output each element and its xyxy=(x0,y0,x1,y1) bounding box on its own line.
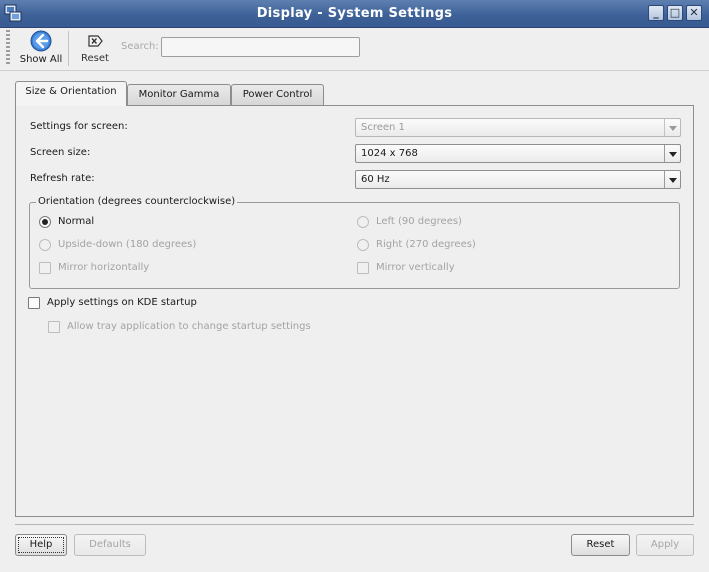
settings-for-screen-label: Settings for screen: xyxy=(30,121,128,132)
reset-button[interactable]: Reset xyxy=(571,534,630,556)
radio-upside-down[interactable] xyxy=(39,239,51,251)
screen-select[interactable]: Screen 1 xyxy=(355,118,681,137)
radio-right[interactable] xyxy=(357,239,369,251)
minimize-button[interactable]: _ xyxy=(648,5,664,21)
toolbar-separator xyxy=(68,31,69,66)
show-all-button[interactable]: Show All xyxy=(18,29,64,67)
reset-icon xyxy=(88,35,103,47)
apply-button[interactable]: Apply xyxy=(636,534,694,556)
apply-on-startup-checkbox[interactable] xyxy=(28,297,40,309)
tab-power-control-label: Power Control xyxy=(242,89,313,100)
toolbar-grip[interactable] xyxy=(6,30,10,66)
radio-normal-label: Normal xyxy=(58,216,95,227)
radio-normal[interactable] xyxy=(39,216,51,228)
footer-divider xyxy=(15,524,694,525)
chevron-down-icon xyxy=(664,119,680,136)
defaults-button[interactable]: Defaults xyxy=(74,534,146,556)
window-title: Display - System Settings xyxy=(256,6,453,21)
screen-select-value: Screen 1 xyxy=(361,122,405,133)
radio-left-label: Left (90 degrees) xyxy=(376,216,462,227)
tab-power-control[interactable]: Power Control xyxy=(231,84,324,105)
tab-size-orientation[interactable]: Size & Orientation xyxy=(15,81,127,106)
radio-right-label: Right (270 degrees) xyxy=(376,239,476,250)
refresh-rate-value: 60 Hz xyxy=(361,174,390,185)
orientation-group-title: Orientation (degrees counterclockwise) xyxy=(36,196,238,207)
apply-label: Apply xyxy=(650,539,680,550)
help-button[interactable]: Help xyxy=(15,534,67,556)
chevron-down-icon xyxy=(664,171,680,188)
apply-on-startup-label: Apply settings on KDE startup xyxy=(47,297,197,308)
radio-left[interactable] xyxy=(357,216,369,228)
maximize-button[interactable]: □ xyxy=(667,5,683,21)
tab-panel xyxy=(15,105,694,517)
radio-upside-down-label: Upside-down (180 degrees) xyxy=(58,239,197,250)
allow-tray-checkbox[interactable] xyxy=(48,321,60,333)
close-button[interactable]: ✕ xyxy=(686,5,702,21)
close-icon: ✕ xyxy=(689,6,699,19)
chevron-down-icon xyxy=(664,145,680,162)
minimize-icon: _ xyxy=(653,6,659,19)
tab-monitor-gamma-label: Monitor Gamma xyxy=(138,89,220,100)
mirror-horizontally-label: Mirror horizontally xyxy=(58,262,150,273)
refresh-rate-label: Refresh rate: xyxy=(30,173,95,184)
refresh-rate-select[interactable]: 60 Hz xyxy=(355,170,681,189)
screen-size-label: Screen size: xyxy=(30,147,91,158)
show-all-label: Show All xyxy=(19,54,63,65)
maximize-icon: □ xyxy=(669,6,681,19)
toolbar-reset-button[interactable]: Reset xyxy=(76,31,114,67)
mirror-vertically-checkbox[interactable] xyxy=(357,262,369,274)
allow-tray-label: Allow tray application to change startup… xyxy=(67,321,311,332)
toolbar-divider xyxy=(0,70,709,71)
screen-size-value: 1024 x 768 xyxy=(361,148,418,159)
defaults-label: Defaults xyxy=(89,539,131,550)
tab-size-orientation-label: Size & Orientation xyxy=(25,86,117,97)
reset-label: Reset xyxy=(81,53,109,64)
mirror-vertically-label: Mirror vertically xyxy=(376,262,455,273)
help-label: Help xyxy=(29,539,53,550)
footer-reset-label: Reset xyxy=(586,539,615,550)
screen-size-select[interactable]: 1024 x 768 xyxy=(355,144,681,163)
search-label: Search: xyxy=(121,41,159,52)
mirror-horizontally-checkbox[interactable] xyxy=(39,262,51,274)
search-input[interactable] xyxy=(161,37,360,57)
back-arrow-icon xyxy=(30,30,52,52)
tab-monitor-gamma[interactable]: Monitor Gamma xyxy=(127,84,231,105)
